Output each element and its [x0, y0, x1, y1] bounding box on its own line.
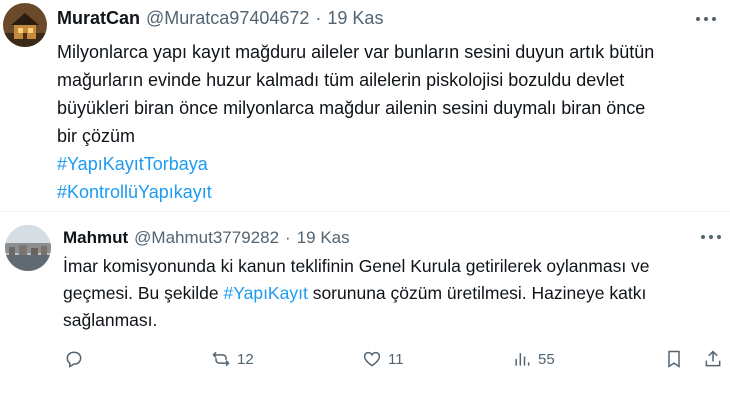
reply-button[interactable] — [64, 349, 84, 369]
separator-dot: · — [285, 228, 291, 247]
like-button[interactable]: 11 — [362, 349, 404, 369]
tweet-text-line: İmar komisyonunda ki kanun teklifinin Ge… — [63, 256, 650, 276]
tweet-header: Mahmut @Mahmut3779282 · 19 Kas — [63, 228, 350, 248]
reply-icon — [66, 351, 82, 368]
tweet-mahmut[interactable]: Mahmut @Mahmut3779282 · 19 Kas İmar komi… — [0, 0, 730, 420]
user-handle[interactable]: @Mahmut3779282 — [134, 228, 279, 248]
more-options-icon[interactable] — [701, 229, 721, 245]
heart-icon — [363, 351, 381, 367]
text-segment: sorununa çözüm üretilmesi. Hazineye katk… — [307, 283, 647, 303]
retweet-button[interactable]: 12 — [211, 349, 254, 369]
bookmark-icon — [668, 350, 680, 368]
hashtag-link[interactable]: #YapıKayıt — [224, 283, 308, 303]
text-segment: geçmesi. Bu şekilde — [63, 283, 224, 303]
avatar[interactable] — [5, 225, 51, 271]
bookmark-button[interactable] — [664, 349, 684, 369]
views-button[interactable]: 55 — [512, 349, 555, 369]
tweet-text-line: sağlanması. — [63, 310, 158, 330]
retweet-count: 12 — [237, 350, 254, 368]
tweet-actions: 12 11 55 — [0, 346, 730, 374]
tweet-text-line: geçmesi. Bu şekilde #YapıKayıt sorununa … — [63, 280, 725, 307]
tweet-date[interactable]: 19 Kas — [297, 228, 350, 248]
share-icon — [705, 350, 721, 367]
tweet-text: İmar komisyonunda ki kanun teklifinin Ge… — [63, 253, 725, 334]
share-button[interactable] — [703, 349, 723, 369]
views-count: 55 — [538, 350, 555, 368]
user-name[interactable]: Mahmut — [63, 228, 128, 248]
like-count: 11 — [388, 350, 404, 368]
views-icon — [515, 353, 530, 366]
retweet-icon — [212, 351, 230, 367]
